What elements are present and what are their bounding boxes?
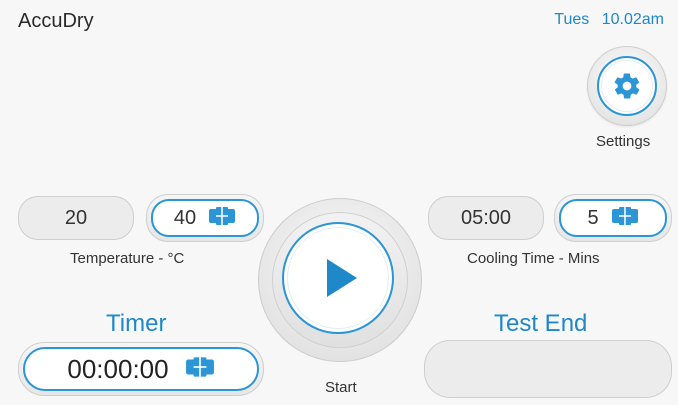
timer-control[interactable]: 00:00:00 <box>18 342 264 396</box>
play-icon <box>327 259 357 297</box>
app-title: AccuDry <box>18 10 94 32</box>
settings-button[interactable] <box>587 46 667 126</box>
settings-label: Settings <box>596 133 651 150</box>
start-button[interactable] <box>258 198 422 362</box>
cooling-setpoint-field[interactable]: 5 <box>559 199 667 237</box>
cooling-setpoint-control[interactable]: 5 <box>554 194 672 242</box>
gear-icon <box>614 73 640 99</box>
cooling-label: Cooling Time - Mins <box>467 250 600 267</box>
settings-button-face[interactable] <box>597 56 657 116</box>
stepper-icon[interactable] <box>185 356 215 383</box>
temperature-setpoint-control[interactable]: 40 <box>146 194 264 242</box>
start-button-face[interactable] <box>282 222 394 334</box>
start-label: Start <box>325 379 357 396</box>
test-end-heading: Test End <box>494 310 588 337</box>
cooling-current-value: 05:00 <box>460 206 512 229</box>
datetime-display: Tues 10.02am <box>554 11 664 29</box>
stepper-icon[interactable] <box>611 206 639 231</box>
temperature-current-display: 20 <box>18 196 134 240</box>
temperature-setpoint-field[interactable]: 40 <box>151 199 259 237</box>
timer-value: 00:00:00 <box>67 353 169 384</box>
start-button-ring[interactable] <box>272 212 408 348</box>
temperature-label: Temperature - °C <box>70 250 185 267</box>
temperature-current-value: 20 <box>64 206 88 229</box>
day-text: Tues <box>554 11 590 28</box>
temperature-setpoint-value: 40 <box>173 206 197 229</box>
test-end-display <box>424 340 672 398</box>
stepper-icon[interactable] <box>208 206 236 231</box>
timer-field[interactable]: 00:00:00 <box>23 347 259 391</box>
timer-heading: Timer <box>106 310 167 337</box>
time-text: 10.02am <box>601 11 664 28</box>
cooling-setpoint-value: 5 <box>587 206 599 229</box>
cooling-current-display: 05:00 <box>428 196 544 240</box>
